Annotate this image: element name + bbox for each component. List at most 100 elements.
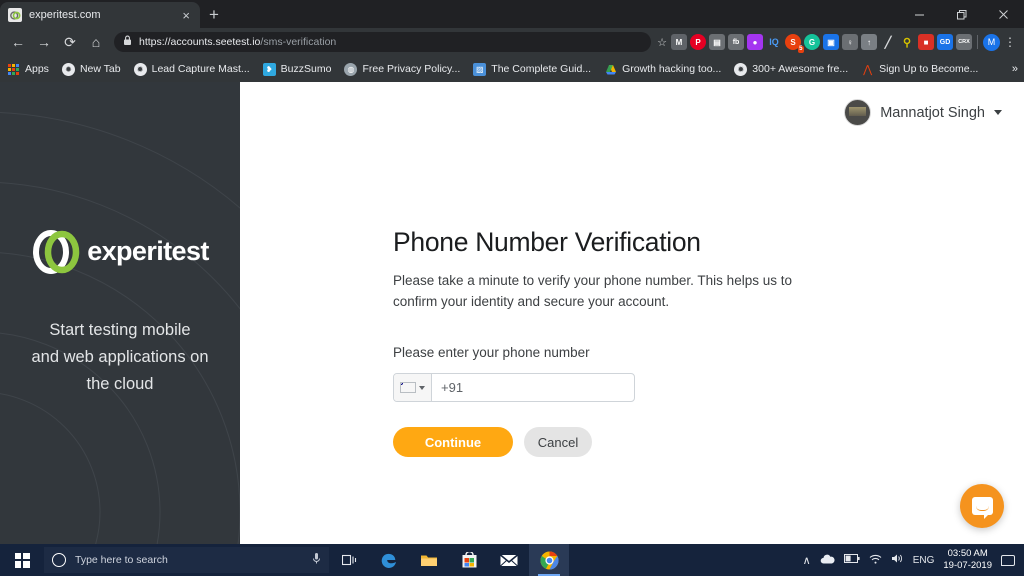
file-explorer-button[interactable] [409, 544, 449, 576]
show-hidden-icons-chevron[interactable]: ∧ [803, 554, 811, 567]
gmail-extension-icon[interactable]: M [671, 34, 687, 50]
keyword-extension-icon[interactable]: ♀ [842, 34, 858, 50]
bookmark-apps[interactable]: Apps [7, 63, 49, 76]
blue-box-extension-icon[interactable]: ▣ [823, 34, 839, 50]
bookmark-privacy-policy[interactable]: ◍ Free Privacy Policy... [344, 62, 461, 76]
url-path: /sms-verification [260, 36, 337, 48]
system-tray: ∧ ENG 03:50 AM 19-07-2019 [803, 548, 1024, 572]
intercom-launcher-button[interactable] [960, 484, 1004, 528]
fb-tool-extension-icon[interactable]: fb [728, 34, 744, 50]
phone-verification-form: Phone Number Verification Please take a … [393, 227, 823, 457]
screen: experitest.com × + ← → ⟳ ⌂ https://accou… [0, 0, 1024, 576]
bookmark-label: 300+ Awesome fre... [752, 63, 849, 75]
apps-grid-icon [7, 63, 20, 76]
browser-tab[interactable]: experitest.com × [0, 2, 200, 28]
notes-extension-icon[interactable]: ▤ [709, 34, 725, 50]
crx-extension-icon[interactable]: CRX [956, 34, 972, 50]
bookmark-awesome-free[interactable]: ✹ 300+ Awesome fre... [734, 62, 849, 76]
gd-extension-icon[interactable]: GD [937, 34, 953, 50]
start-button[interactable] [0, 544, 44, 576]
minimize-button[interactable] [898, 0, 940, 28]
close-window-button[interactable] [982, 0, 1024, 28]
globe-icon: ✹ [734, 62, 748, 76]
task-view-button[interactable] [329, 544, 369, 576]
microphone-icon[interactable] [312, 552, 321, 568]
bookmark-new-tab[interactable]: ✹ New Tab [61, 62, 121, 76]
bookmark-complete-guide[interactable]: ▨ The Complete Guid... [473, 62, 592, 76]
bookmark-sign-up[interactable]: ⋀ Sign Up to Become... [861, 63, 978, 76]
form-subtitle: Please take a minute to verify your phon… [393, 273, 792, 309]
windows-logo-icon [14, 552, 30, 568]
tagline-line-1: Start testing mobile [49, 320, 191, 339]
tagline-line-3: the cloud [86, 374, 154, 393]
drive-icon [604, 63, 617, 76]
google-chrome-button[interactable] [529, 544, 569, 576]
chat-bubble-icon [971, 497, 993, 519]
promo-tagline: Start testing mobile and web application… [18, 317, 223, 398]
clock-time: 03:50 AM [947, 548, 988, 559]
decorative-arcs [0, 112, 240, 544]
reload-button[interactable]: ⟳ [58, 30, 82, 54]
page-viewport: experitest Start testing mobile and web … [0, 82, 1024, 544]
buzzsumo-icon: ❥ [262, 62, 276, 76]
address-bar[interactable]: https://accounts.seetest.io/sms-verifica… [114, 32, 652, 52]
bookmark-lead-capture[interactable]: ✹ Lead Capture Mast... [133, 62, 250, 76]
close-tab-icon[interactable]: × [180, 9, 192, 22]
bookmark-label: Growth hacking too... [622, 63, 722, 75]
avatar [844, 99, 872, 126]
bookmark-star-icon[interactable]: ☆ [657, 36, 667, 49]
similarweb-extension-icon[interactable]: ↑ [861, 34, 877, 50]
bookmark-label: Apps [25, 63, 49, 75]
mail-button[interactable] [489, 544, 529, 576]
onedrive-icon[interactable] [820, 554, 835, 567]
bookmarks-bar: Apps ✹ New Tab ✹ Lead Capture Mast... ❥ … [0, 56, 1024, 82]
clock[interactable]: 03:50 AM 19-07-2019 [943, 548, 992, 572]
new-tab-button[interactable]: + [200, 2, 228, 28]
forward-button[interactable]: → [32, 30, 56, 54]
phone-number-input[interactable] [432, 374, 634, 401]
country-selector[interactable] [394, 374, 432, 401]
window-controls [898, 0, 1024, 28]
chrome-menu-icon[interactable]: ⋮ [1002, 35, 1018, 49]
continue-button[interactable]: Continue [393, 427, 513, 457]
semrush-extension-icon[interactable]: S5 [785, 34, 804, 53]
cortana-icon [52, 553, 66, 567]
purple-shield-extension-icon[interactable]: ● [747, 34, 763, 50]
url-origin: https://accounts.seetest.io [139, 36, 261, 48]
edge-button[interactable] [369, 544, 409, 576]
volume-icon[interactable] [891, 553, 904, 567]
red-square-extension-icon[interactable]: ■ [918, 34, 934, 50]
bookmark-buzzsumo[interactable]: ❥ BuzzSumo [262, 62, 331, 76]
chevron-down-icon[interactable] [994, 110, 1002, 115]
main-content: Mannatjot Singh Phone Number Verificatio… [240, 82, 1024, 544]
cancel-button[interactable]: Cancel [524, 427, 592, 457]
action-center-icon[interactable] [1001, 554, 1015, 566]
chart-icon: ⋀ [863, 63, 873, 76]
maximize-restore-button[interactable] [940, 0, 982, 28]
microsoft-store-button[interactable] [449, 544, 489, 576]
language-indicator[interactable]: ENG [913, 555, 935, 566]
user-menu[interactable]: Mannatjot Singh [844, 99, 1002, 126]
phone-input-group [393, 373, 635, 402]
bookmarks-overflow-icon[interactable]: » [1012, 63, 1018, 75]
toolbar-divider [977, 35, 978, 49]
tab-title: experitest.com [29, 9, 101, 21]
pinterest-extension-icon[interactable]: P [690, 34, 706, 50]
grammarly-extension-icon[interactable]: G [804, 34, 820, 50]
wifi-icon[interactable] [869, 554, 882, 567]
taskbar-search[interactable]: Type here to search [44, 547, 329, 573]
home-button[interactable]: ⌂ [84, 30, 108, 54]
pen-extension-icon[interactable]: ╱ [880, 34, 896, 50]
experitest-favicon-icon [8, 8, 22, 22]
chevron-down-icon [419, 385, 425, 390]
profile-button[interactable]: M [983, 33, 1000, 51]
windows-taskbar: Type here to search ∧ ENG 03:50 AM 19-07… [0, 544, 1024, 576]
bookmark-label: The Complete Guid... [491, 63, 592, 75]
pin-extension-icon[interactable]: ⚲ [899, 34, 915, 50]
bookmark-growth-hacking[interactable]: Growth hacking too... [604, 63, 721, 76]
image-icon: ▨ [473, 62, 487, 76]
iq-extension-icon[interactable]: IQ [766, 34, 782, 50]
bookmark-label: Free Privacy Policy... [362, 63, 461, 75]
back-button[interactable]: ← [6, 30, 30, 54]
battery-icon[interactable] [843, 554, 860, 566]
